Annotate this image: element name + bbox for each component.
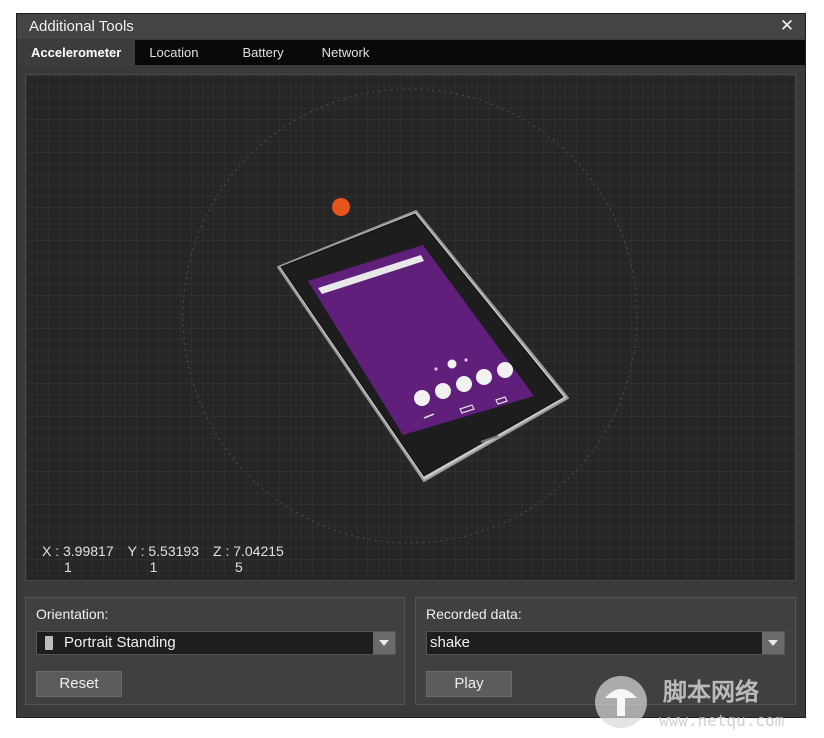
readout-y-value: Y : 5.53193 — [127, 543, 199, 559]
recorded-data-selected-value: shake — [430, 634, 471, 651]
orientation-selected-value: Portrait Standing — [64, 634, 176, 651]
app-icon — [464, 358, 468, 362]
app-icon — [447, 359, 457, 369]
readout-z-value: Z : 7.04215 — [213, 543, 284, 559]
device-3d-view — [182, 88, 638, 544]
readout-y-value-cont: 1 — [149, 559, 158, 575]
app-icon — [476, 369, 492, 385]
chevron-down-icon[interactable] — [373, 632, 395, 654]
orientation-marker-dot — [332, 198, 350, 216]
window-title: Additional Tools — [29, 18, 134, 35]
readout-x: X : 3.99817 1 — [42, 543, 114, 575]
readout-x-value-cont: 1 — [64, 559, 72, 575]
watermark-logo: 脚本网络 www.netqu.com — [595, 676, 784, 730]
tab-location[interactable]: Location — [135, 40, 212, 65]
close-icon[interactable]: ✕ — [777, 16, 797, 36]
tab-bar: Accelerometer Location Battery Network — [17, 40, 805, 65]
additional-tools-window: Additional Tools ✕ Accelerometer Locatio… — [16, 13, 806, 718]
portrait-device-icon — [45, 636, 53, 650]
readout-z: Z : 7.04215 5 — [213, 543, 284, 575]
accelerometer-readouts: X : 3.99817 1 Y : 5.53193 1 Z : 7.04215 … — [42, 543, 298, 575]
recorded-data-label: Recorded data: — [426, 606, 522, 622]
chevron-down-icon[interactable] — [762, 632, 784, 654]
orientation-select[interactable]: Portrait Standing — [36, 631, 396, 655]
recorded-data-select[interactable]: shake — [426, 631, 785, 655]
readout-x-value: X : 3.99817 — [42, 543, 114, 559]
play-button[interactable]: Play — [426, 671, 512, 697]
readout-y: Y : 5.53193 1 — [128, 543, 199, 575]
tab-network[interactable]: Network — [308, 40, 384, 65]
readout-z-value-cont: 5 — [235, 559, 243, 575]
tab-battery[interactable]: Battery — [228, 40, 297, 65]
title-bar: Additional Tools ✕ — [17, 14, 805, 39]
reset-button[interactable]: Reset — [36, 671, 122, 697]
tab-accelerometer[interactable]: Accelerometer — [17, 40, 136, 65]
watermark-text-url: www.netqu.com — [659, 711, 784, 730]
orientation-panel: Orientation: Portrait Standing Reset — [25, 597, 405, 705]
app-icon — [456, 376, 472, 392]
accelerometer-viewport[interactable]: X : 3.99817 1 Y : 5.53193 1 Z : 7.04215 … — [25, 74, 796, 581]
watermark-text-cn: 脚本网络 — [663, 678, 759, 706]
app-icon — [434, 367, 438, 371]
app-icon — [435, 383, 451, 399]
app-icon — [497, 362, 513, 378]
orientation-label: Orientation: — [36, 606, 109, 622]
app-icon — [414, 390, 430, 406]
